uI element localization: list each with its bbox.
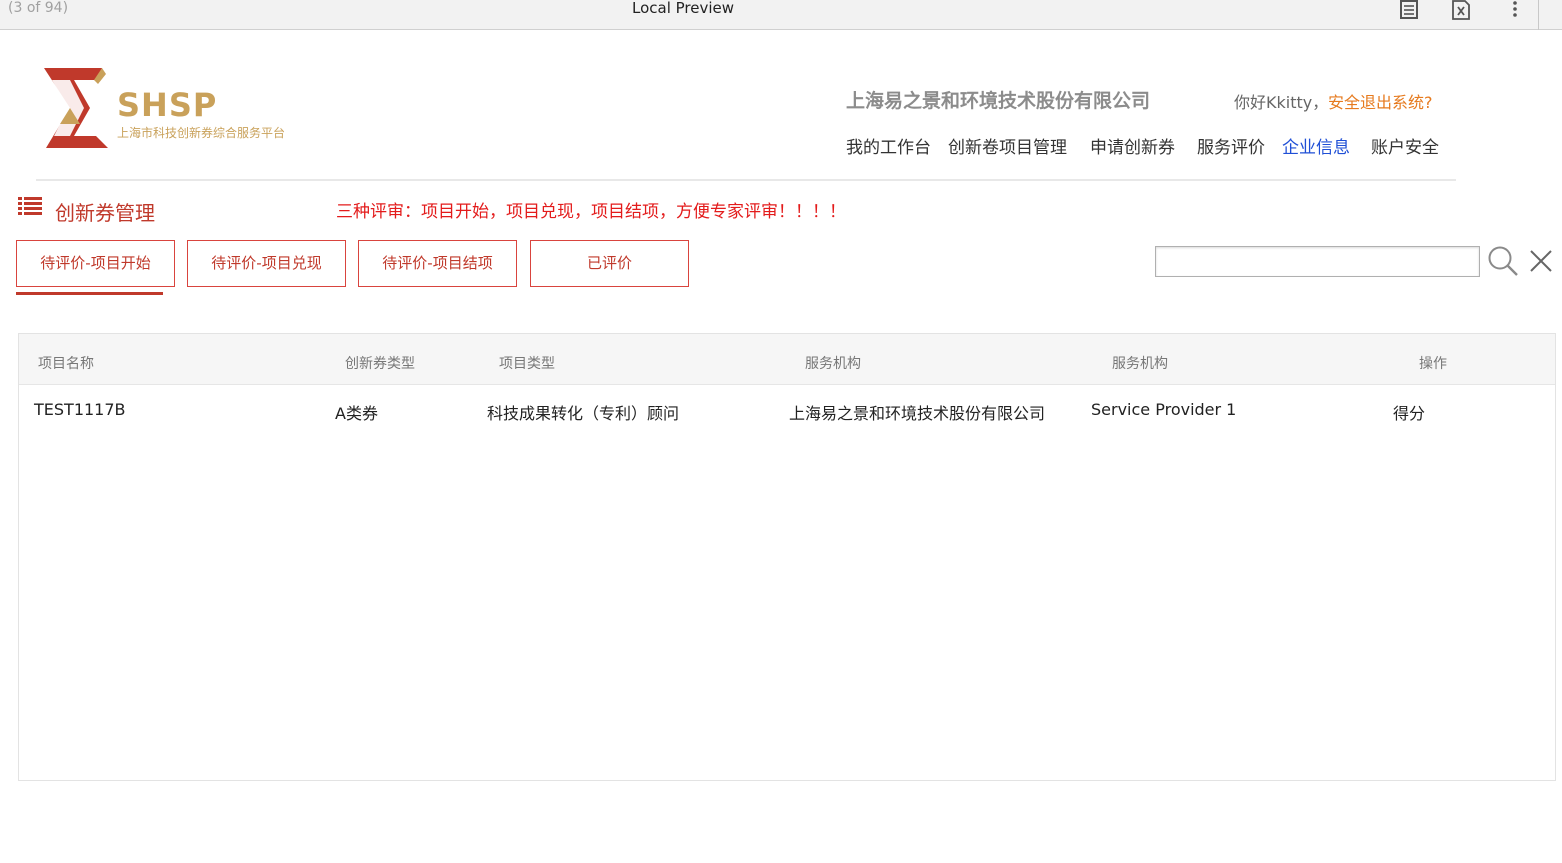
- cell-voucher-type: A类券: [335, 404, 378, 423]
- cell-service-org: 上海易之景和环境技术股份有限公司: [789, 404, 1046, 423]
- document-icon[interactable]: [1398, 0, 1420, 20]
- header-divider: [36, 179, 1456, 181]
- page-counter: (3 of 94): [8, 0, 69, 16]
- list-icon: [18, 196, 42, 216]
- excel-icon[interactable]: [1450, 0, 1472, 20]
- search-input[interactable]: [1155, 246, 1480, 277]
- active-tab-indicator: [16, 292, 163, 295]
- nav-account-security[interactable]: 账户安全: [1371, 133, 1439, 158]
- table-row: TEST1117B A类券 科技成果转化（专利）顾问 上海易之景和环境技术股份有…: [19, 385, 1555, 431]
- review-notice: 三种评审：项目开始，项目兑现，项目结项，方便专家评审！！！！: [336, 202, 846, 222]
- column-header-project-name: 项目名称: [38, 356, 94, 372]
- cell-project-name: TEST1117B: [34, 400, 126, 419]
- score-action-link[interactable]: 得分: [1393, 400, 1425, 424]
- search-icon[interactable]: [1486, 244, 1520, 278]
- company-name: 上海易之景和环境技术股份有限公司: [846, 90, 1151, 112]
- preview-toolbar: (3 of 94) Local Preview: [0, 0, 1562, 30]
- nav-service-evaluation[interactable]: 服务评价: [1197, 133, 1265, 158]
- logo-subtitle: 上海市科技创新券综合服务平台: [117, 126, 286, 140]
- column-header-service-org-2: 服务机构: [1112, 356, 1168, 372]
- tab-pending-closure[interactable]: 待评价-项目结项: [358, 240, 517, 287]
- tab-pending-start[interactable]: 待评价-项目开始: [16, 240, 175, 287]
- voucher-table: 项目名称 创新券类型 项目类型 服务机构 服务机构 操作 TEST1117B A…: [18, 333, 1556, 781]
- more-vertical-icon[interactable]: [1504, 0, 1526, 20]
- column-header-action: 操作: [1419, 356, 1447, 372]
- table-header: 项目名称 创新券类型 项目类型 服务机构 服务机构 操作: [19, 334, 1555, 385]
- close-icon[interactable]: [1528, 248, 1554, 274]
- nav-company-info[interactable]: 企业信息: [1282, 133, 1350, 158]
- section-title: 创新券管理: [55, 201, 155, 225]
- nav-project-management[interactable]: 创新卷项目管理: [948, 133, 1067, 158]
- nav-apply-voucher[interactable]: 申请创新券: [1090, 133, 1175, 158]
- logout-link[interactable]: 安全退出系统?: [1328, 89, 1433, 113]
- user-greeting: 你好Kkitty，: [1234, 93, 1329, 112]
- tab-evaluated[interactable]: 已评价: [530, 240, 689, 287]
- column-header-voucher-type: 创新券类型: [345, 356, 415, 372]
- shsp-logo[interactable]: SHSP 上海市科技创新券综合服务平台: [40, 66, 320, 152]
- cell-project-type: 科技成果转化（专利）顾问: [487, 404, 680, 423]
- logo-text: SHSP: [117, 86, 218, 124]
- cell-service-provider: Service Provider 1: [1091, 400, 1237, 419]
- column-header-project-type: 项目类型: [499, 356, 555, 372]
- toolbar-divider: [1538, 0, 1539, 30]
- hourglass-logo-icon: [44, 68, 108, 148]
- tab-pending-redeem[interactable]: 待评价-项目兑现: [187, 240, 346, 287]
- preview-title: Local Preview: [632, 0, 735, 17]
- nav-my-workbench[interactable]: 我的工作台: [846, 133, 931, 158]
- column-header-service-org: 服务机构: [805, 356, 861, 372]
